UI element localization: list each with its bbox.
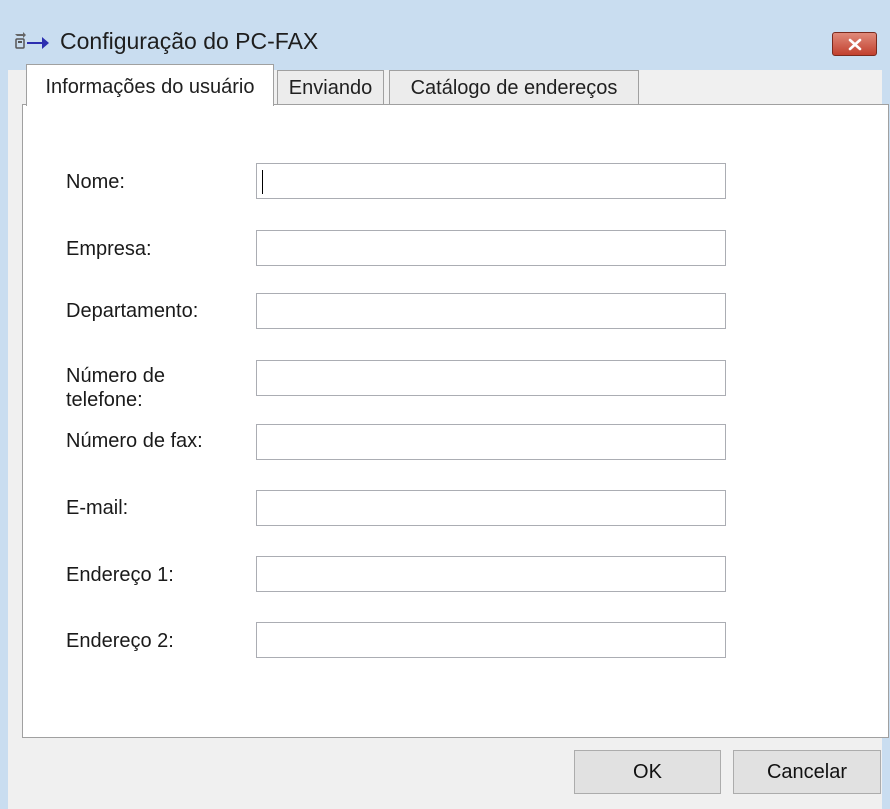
pc-fax-arrow-icon [15,32,49,49]
phone-number-input[interactable] [256,360,726,396]
tab-sending[interactable]: Enviando [277,70,384,104]
pc-fax-settings-dialog: Configuração do PC-FAX Informações do us… [0,0,890,809]
window-title: Configuração do PC-FAX [60,28,319,54]
address-2-input[interactable] [256,622,726,658]
address-1-label: Endereço 1: [66,564,174,586]
phone-number-label: Número de telefone: [66,365,165,411]
text-caret [262,170,263,194]
company-input[interactable] [256,230,726,266]
address-1-input[interactable] [256,556,726,592]
title-bar[interactable]: Configuração do PC-FAX [0,0,890,70]
company-label: Empresa: [66,238,152,260]
department-label: Departamento: [66,300,199,322]
window-frame-left [0,70,8,809]
ok-button[interactable]: OK [574,750,721,794]
email-input[interactable] [256,490,726,526]
name-label: Nome: [66,171,125,193]
fax-number-input[interactable] [256,424,726,460]
tab-user-info[interactable]: Informações do usuário [26,64,274,106]
cancel-button[interactable]: Cancelar [733,750,881,794]
name-input[interactable] [256,163,726,199]
email-label: E-mail: [66,497,129,519]
tab-address-book[interactable]: Catálogo de endereços [389,70,639,104]
close-button[interactable] [832,32,877,56]
close-icon [848,38,862,51]
fax-number-label: Número de fax: [66,430,203,452]
department-input[interactable] [256,293,726,329]
address-2-label: Endereço 2: [66,630,174,652]
